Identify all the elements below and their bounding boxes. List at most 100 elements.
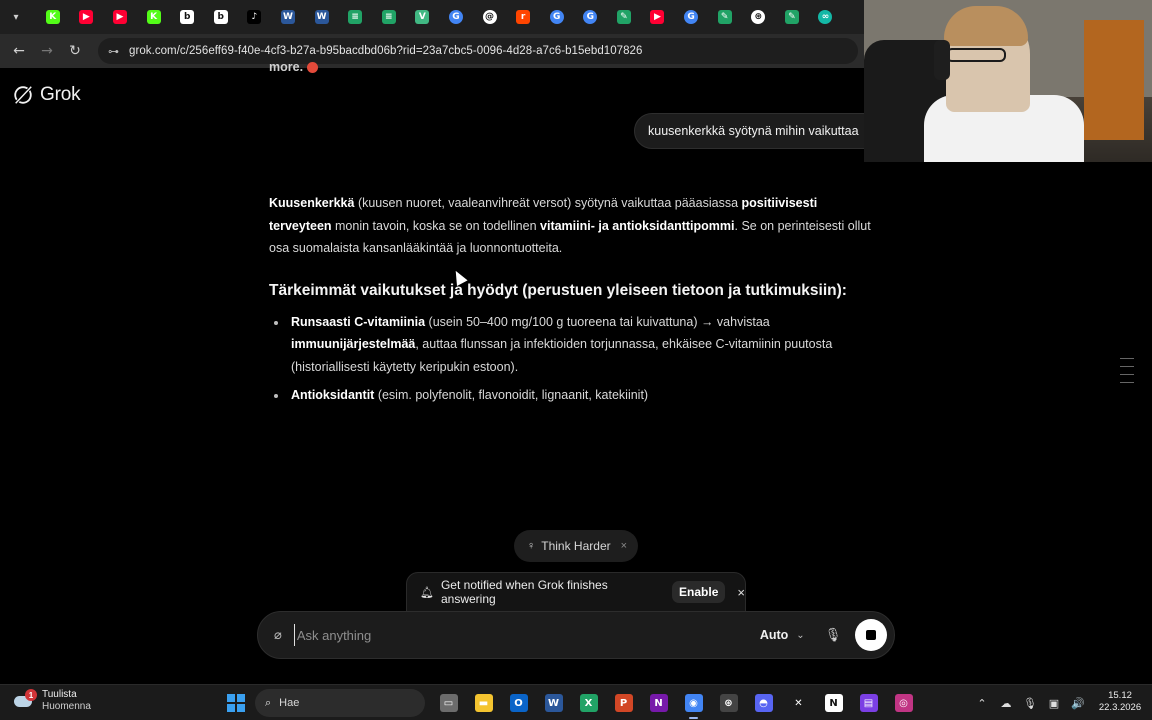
taskbar-notion[interactable]: N — [816, 689, 851, 717]
taskbar-powerpoint[interactable]: P — [606, 689, 641, 717]
grok-logo-icon — [14, 85, 33, 105]
answer-heading: Tärkeimmät vaikutukset ja hyödyt (perust… — [269, 281, 847, 299]
clock-date: 22.3.2026 — [1098, 702, 1142, 713]
back-button[interactable]: ← — [8, 40, 30, 62]
clock-time: 15.12 — [1108, 690, 1132, 701]
tab-word[interactable]: W — [271, 2, 305, 32]
tray-icons: ☁ 🎙 ▣ 🔊 — [994, 689, 1090, 717]
microphone-icon[interactable]: 🎙︎ — [825, 628, 842, 643]
tab-word[interactable]: W — [305, 2, 339, 32]
taskbar-instagram[interactable]: ◎ — [886, 689, 921, 717]
site-settings-icon[interactable]: ⊶ — [108, 45, 119, 58]
webcam-shelf — [1084, 20, 1144, 140]
tab-list: K ▶ ▶ Kb b ♪ W W ≡ ≡ V G @ r G G ✎ ▶ G ✎ ⊛ ✎ ∞ — [36, 2, 842, 32]
tab-openai[interactable]: ⊛ — [741, 2, 775, 32]
tab-threads[interactable]: @ — [473, 2, 507, 32]
back-arrow-icon: ← — [13, 43, 25, 59]
taskbar-task-view[interactable]: ▭ — [431, 689, 466, 717]
tab-leaf[interactable]: ✎ — [775, 2, 809, 32]
tab-google[interactable]: G — [540, 2, 574, 32]
tab-youtube[interactable]: ▶ — [103, 2, 137, 32]
taskbar-chrome[interactable]: ◉ — [676, 689, 711, 719]
notification-banner: 🔔︎ Get notified when Grok finishes answe… — [406, 572, 746, 612]
tab-vue[interactable]: V — [406, 2, 440, 32]
tab-copilot[interactable]: ∞ — [809, 2, 843, 32]
taskbar-word[interactable]: W — [536, 689, 571, 717]
tab-kick[interactable]: K — [137, 2, 171, 32]
system-tray: ⌃ ☁ 🎙 ▣ 🔊 — [970, 689, 1090, 717]
think-harder-label: Think Harder — [541, 539, 611, 553]
leaf-icon: ✎ — [717, 10, 732, 24]
taskbar-excel[interactable]: X — [571, 689, 606, 717]
tab-google[interactable]: G — [439, 2, 473, 32]
chevron-down-icon[interactable]: ⌄ — [796, 630, 804, 641]
webcam-person-glasses — [946, 48, 1006, 62]
webcam-person-hair — [944, 6, 1028, 46]
powerpoint-icon: P — [614, 694, 633, 712]
taskbar-outlook[interactable]: O — [501, 689, 536, 717]
forward-button[interactable]: → — [36, 40, 58, 62]
kick-icon: K — [45, 10, 60, 24]
tab-b-app[interactable]: b — [170, 2, 204, 32]
tab-kick[interactable]: K — [36, 2, 70, 32]
tab-sheets[interactable]: ≡ — [372, 2, 406, 32]
taskbar-discord[interactable]: ◓ — [746, 689, 781, 717]
kick-icon: K — [146, 10, 161, 24]
close-notification-icon[interactable]: × — [737, 585, 745, 600]
conversation-outline-toggle[interactable] — [1120, 358, 1134, 390]
youtube-icon: ▶ — [79, 10, 94, 24]
reload-icon: ↻ — [69, 43, 81, 59]
reddit-icon: r — [516, 10, 531, 24]
outlook-icon: O — [509, 694, 528, 712]
tab-search-dropdown[interactable]: ▾ — [6, 7, 26, 27]
grok-logo[interactable]: Grok — [12, 84, 81, 106]
capcut-icon: ✕ — [789, 694, 808, 712]
google-icon: G — [549, 10, 564, 24]
word-icon: W — [280, 10, 295, 24]
taskbar-search[interactable]: ⌕ Hae — [255, 689, 425, 717]
weather-widget[interactable]: 1 Tuulista Huomenna — [14, 689, 91, 713]
tray-overflow-chevron-icon[interactable]: ⌃ — [970, 689, 994, 717]
microphone-icon[interactable]: 🎙 — [1018, 689, 1042, 717]
display-icon[interactable]: ▣ — [1042, 689, 1066, 717]
clock[interactable]: 15.12 22.3.2026 — [1094, 690, 1146, 714]
tab-tiktok[interactable]: ♪ — [238, 2, 272, 32]
list-item: Antioksidantit (esim. polyfenolit, flavo… — [269, 384, 873, 407]
tab-google[interactable]: G — [674, 2, 708, 32]
copilot-icon: ∞ — [818, 10, 833, 24]
taskbar-capcut[interactable]: ✕ — [781, 689, 816, 717]
tab-b-app[interactable]: b — [204, 2, 238, 32]
tab-google[interactable]: G — [574, 2, 608, 32]
enable-notifications-button[interactable]: Enable — [672, 581, 726, 603]
tab-youtube[interactable]: ▶ — [641, 2, 675, 32]
taskbar-chatgpt[interactable]: ⊛ — [711, 689, 746, 717]
stop-button[interactable] — [855, 619, 888, 651]
tab-leaf[interactable]: ✎ — [607, 2, 641, 32]
onedrive-icon[interactable]: ☁ — [994, 689, 1018, 717]
tab-reddit[interactable]: r — [506, 2, 540, 32]
think-harder-chip[interactable]: ♀ Think Harder × — [514, 530, 638, 562]
emoji-icon — [307, 62, 319, 74]
model-selector[interactable]: Auto — [760, 628, 788, 642]
reload-button[interactable]: ↻ — [64, 40, 86, 62]
forward-arrow-icon: → — [41, 43, 53, 59]
volume-icon[interactable]: 🔊 — [1066, 689, 1090, 717]
taskbar-clipchamp[interactable]: ▤ — [851, 689, 886, 717]
tab-leaf[interactable]: ✎ — [708, 2, 742, 32]
openai-icon: ⊛ — [751, 10, 766, 24]
omnibox[interactable]: ⊶ grok.com/c/256eff69-f40e-4cf3-b27a-b95… — [98, 38, 858, 64]
instagram-icon: ◎ — [894, 694, 913, 712]
vue-icon: V — [415, 10, 430, 24]
taskbar-onenote[interactable]: N — [641, 689, 676, 717]
tab-sheets[interactable]: ≡ — [338, 2, 372, 32]
discord-icon: ◓ — [754, 694, 773, 712]
paperclip-icon[interactable]: ⌀ — [274, 628, 282, 643]
taskbar-file-explorer[interactable]: ▬ — [466, 689, 501, 717]
bell-icon: 🔔︎ — [420, 585, 434, 599]
think-harder-close-icon[interactable]: × — [621, 540, 627, 552]
tab-strip: ▾ K ▶ ▶ Kb b ♪ W W ≡ ≡ V G @ r G G ✎ ▶ G ✎ ⊛ ✎ ∞ — [0, 0, 864, 34]
google-icon: G — [448, 10, 463, 24]
start-button[interactable] — [218, 689, 253, 717]
tab-youtube[interactable]: ▶ — [70, 2, 104, 32]
ask-input[interactable] — [293, 624, 734, 646]
